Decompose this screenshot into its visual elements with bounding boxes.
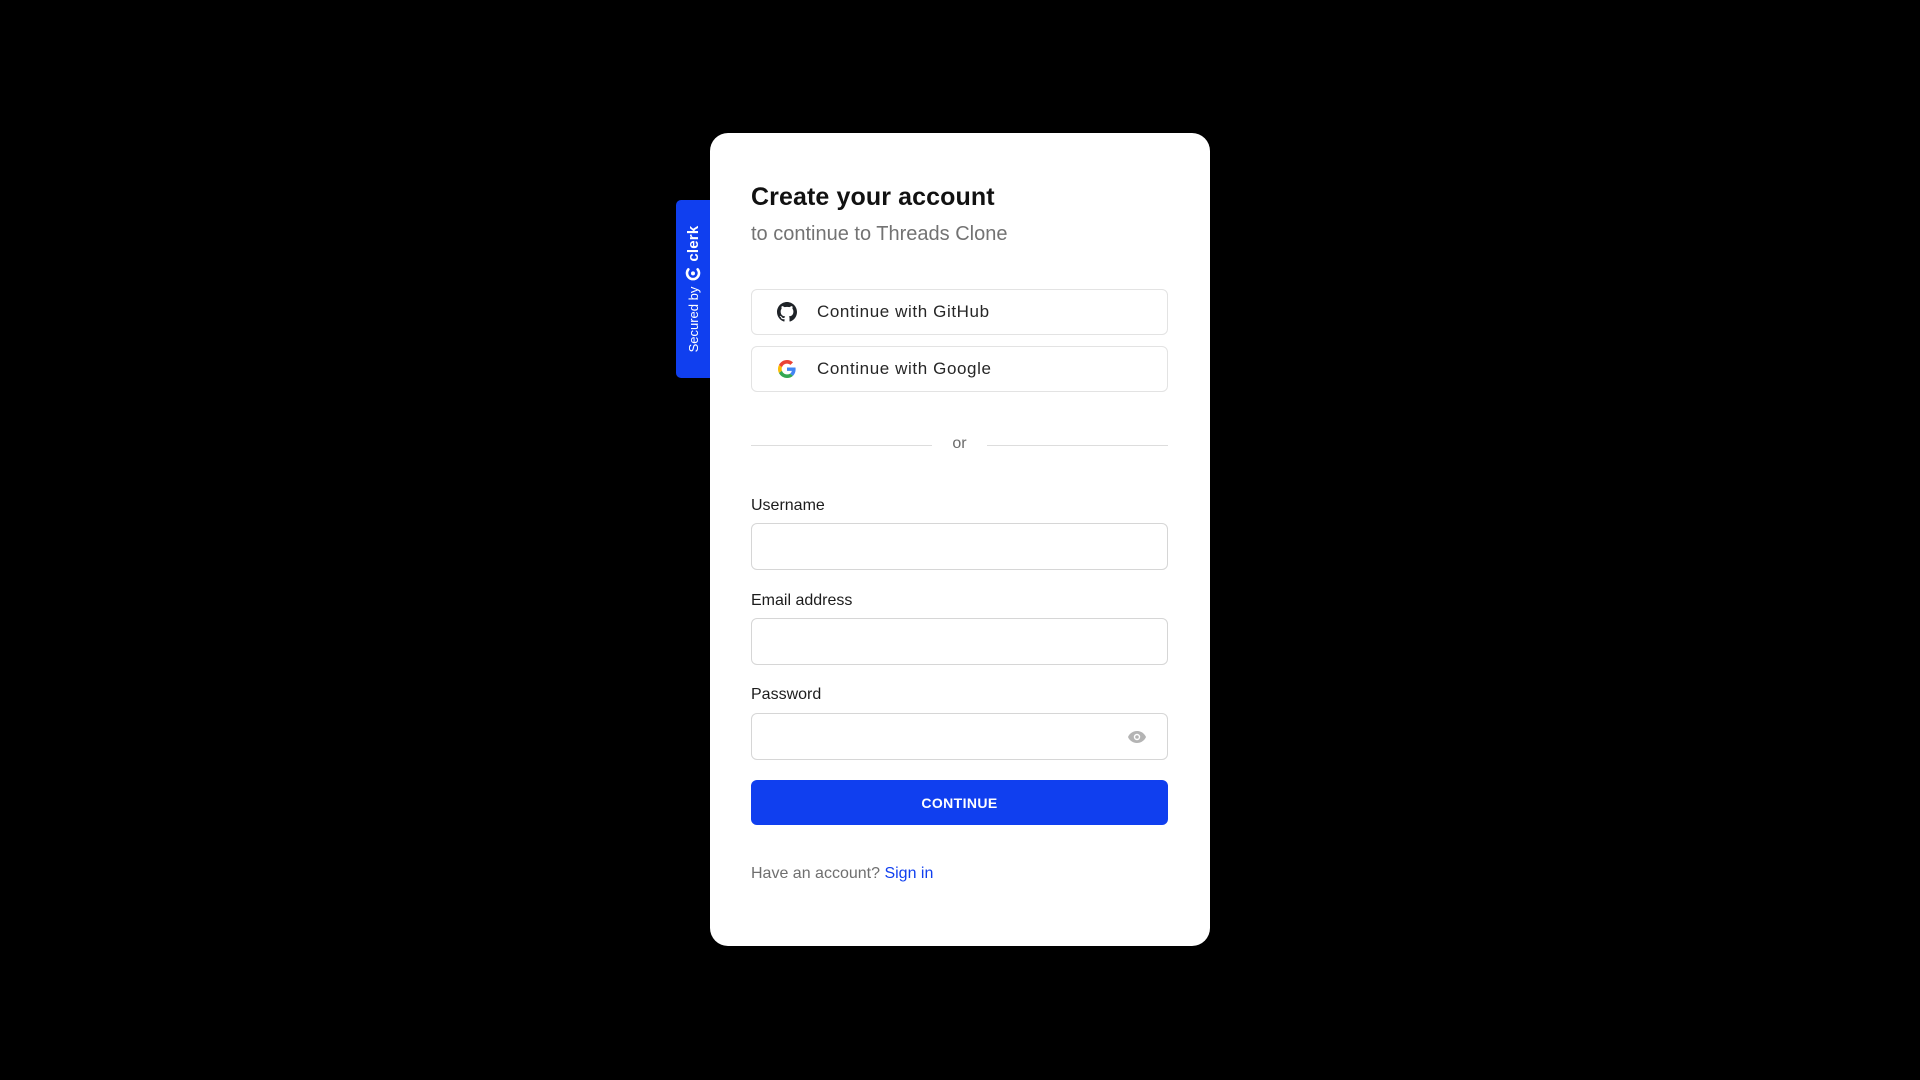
divider-line-right [987,445,1168,446]
page-backdrop: Secured by clerk Create your account to … [0,0,1920,1080]
card-subtitle: to continue to Threads Clone [751,223,1008,245]
sign-in-link[interactable]: Sign in [884,865,933,882]
username-input[interactable] [751,523,1168,570]
secured-by-clerk-badge[interactable]: Secured by clerk [676,200,710,378]
sign-in-prompt: Have an account? Sign in [751,865,933,883]
password-label: Password [751,686,822,703]
username-label: Username [751,497,825,514]
continue-with-google-button[interactable]: Continue with Google [751,346,1168,392]
secured-by-label: Secured by [685,286,701,353]
sign-up-card: Create your account to continue to Threa… [710,133,1210,946]
clerk-logo: clerk [685,226,702,281]
card-title: Create your account [751,183,995,211]
or-divider: or [751,435,1168,455]
google-icon [777,359,797,379]
divider-text: or [952,435,967,452]
clerk-wordmark: clerk [684,225,702,262]
google-button-label: Continue with Google [817,359,992,378]
have-account-text: Have an account? [751,865,880,882]
password-input[interactable] [751,713,1168,760]
continue-with-github-button[interactable]: Continue with GitHub [751,289,1168,335]
eye-icon[interactable] [1126,727,1148,747]
email-label: Email address [751,592,853,609]
github-button-label: Continue with GitHub [817,302,990,321]
email-input[interactable] [751,618,1168,665]
secured-badge-content: Secured by clerk [676,200,710,378]
clerk-mark-icon [685,267,701,281]
continue-button[interactable]: CONTINUE [751,780,1168,825]
github-icon [777,302,797,322]
